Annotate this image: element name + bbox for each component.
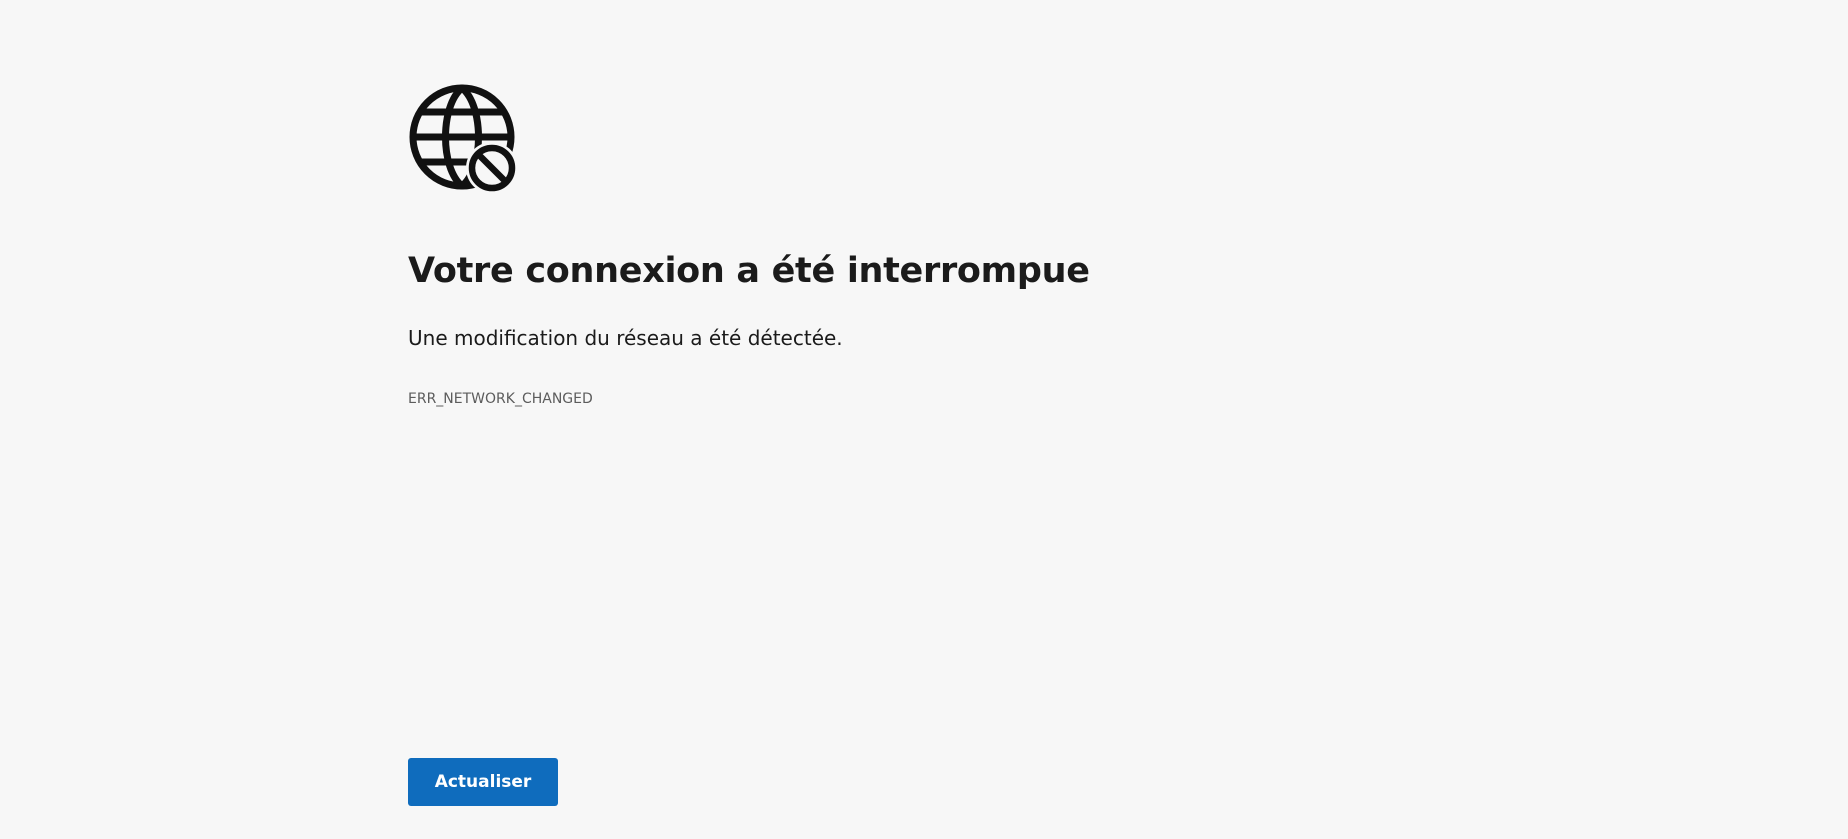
error-description: Une modification du réseau a été détecté… [408,326,843,350]
error-page: Votre connexion a été interrompue Une mo… [408,0,1508,839]
error-code: ERR_NETWORK_CHANGED [408,391,593,407]
page-title: Votre connexion a été interrompue [408,251,1090,291]
globe-blocked-icon [408,82,518,194]
reload-button[interactable]: Actualiser [408,758,558,806]
